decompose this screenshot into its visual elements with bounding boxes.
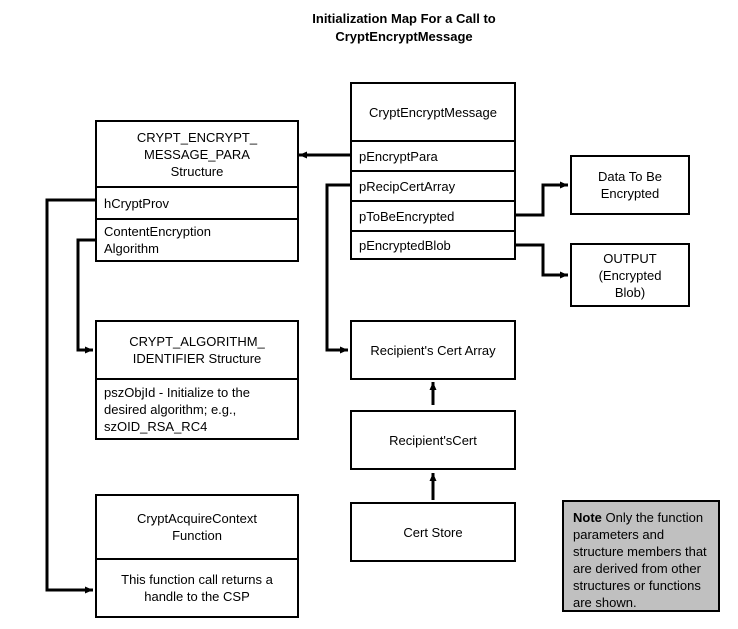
wire-precipcertarray-to-cert-array: [325, 183, 350, 354]
param-precipcertarray: pRecipCertArray: [352, 170, 514, 200]
para-struct-header-line3: Structure: [170, 163, 224, 179]
algid-header-line1: CRYPT_ALGORITHM_: [129, 334, 265, 349]
para-member-contentencryptionalgorithm-line1: ContentEncryption: [104, 224, 211, 239]
note-label: Note: [573, 510, 602, 525]
param-pencryptedblob: pEncryptedBlob: [352, 230, 514, 258]
crypt-algorithm-identifier-struct-box: CRYPT_ALGORITHM_ IDENTIFIER Structure ps…: [95, 320, 299, 440]
recipients-cert-box: Recipient'sCert: [350, 410, 516, 470]
output-encrypted-blob-box: OUTPUT (Encrypted Blob): [570, 243, 690, 307]
wire-ptobeencrypted-to-data: [516, 181, 568, 217]
recipients-cert-array-box: Recipient's Cert Array: [350, 320, 516, 380]
para-member-contentencryptionalgorithm: ContentEncryption Algorithm: [97, 218, 297, 260]
diagram-title-line1: Initialization Map For a Call to: [312, 11, 496, 26]
acquirecontext-body: This function call returns a handle to t…: [97, 558, 297, 616]
diagram-title-line2: CryptEncryptMessage: [335, 29, 473, 44]
data-to-be-encrypted-box: Data To Be Encrypted: [570, 155, 690, 215]
diagram-canvas: Initialization Map For a Call to CryptEn…: [0, 0, 738, 629]
cryptacquirecontext-function-box: CryptAcquireContext Function This functi…: [95, 494, 299, 618]
crypt-encrypt-message-para-struct-box: CRYPT_ENCRYPT_ MESSAGE_PARA Structure hC…: [95, 120, 299, 262]
acquirecontext-body-line1: This function call returns a: [121, 572, 273, 587]
param-ptobeencrypted: pToBeEncrypted: [352, 200, 514, 230]
algid-header: CRYPT_ALGORITHM_ IDENTIFIER Structure: [97, 322, 297, 378]
para-struct-header-line2: MESSAGE_PARA: [144, 146, 250, 162]
diagram-title: Initialization Map For a Call to CryptEn…: [239, 10, 569, 46]
para-struct-header: CRYPT_ENCRYPT_ MESSAGE_PARA Structure: [97, 122, 297, 186]
output-line3: Blob): [614, 284, 646, 300]
acquirecontext-header-line1: CryptAcquireContext: [137, 511, 257, 526]
wire-contentencryptionalgorithm-to-algid: [76, 238, 95, 354]
data-to-be-encrypted-line2: Encrypted: [600, 186, 660, 201]
cert-store-box: Cert Store: [350, 502, 516, 562]
algid-body-line1: pszObjId - Initialize to the: [104, 384, 250, 400]
algid-header-line2: IDENTIFIER Structure: [132, 351, 262, 366]
acquirecontext-header-line2: Function: [172, 528, 222, 543]
para-member-hcryptprov: hCryptProv: [97, 186, 297, 218]
data-to-be-encrypted-line1: Data To Be: [597, 169, 663, 184]
para-member-contentencryptionalgorithm-line2: Algorithm: [104, 241, 159, 256]
function-header: CryptEncryptMessage: [369, 104, 497, 120]
output-line1: OUTPUT: [603, 250, 657, 266]
wire-pencryptedblob-to-output: [516, 243, 568, 279]
algid-body-line3: szOID_RSA_RC4: [104, 418, 208, 434]
note-text: Only the function parameters and structu…: [573, 510, 707, 610]
algid-body-line2: desired algorithm; e.g.,: [104, 401, 237, 417]
algid-body: pszObjId - Initialize to the desired alg…: [97, 378, 297, 438]
note-box: Note Only the function parameters and st…: [562, 500, 720, 612]
param-pencryptpara: pEncryptPara: [352, 140, 514, 170]
wire-hcryptprov-to-acquirecontext: [45, 198, 95, 594]
output-line2: (Encrypted: [598, 267, 662, 283]
cryptencryptmessage-function-box: CryptEncryptMessage pEncryptPara pRecipC…: [350, 82, 516, 260]
acquirecontext-header: CryptAcquireContext Function: [97, 496, 297, 558]
acquirecontext-body-line2: handle to the CSP: [144, 589, 250, 604]
para-struct-header-line1: CRYPT_ENCRYPT_: [136, 129, 258, 145]
